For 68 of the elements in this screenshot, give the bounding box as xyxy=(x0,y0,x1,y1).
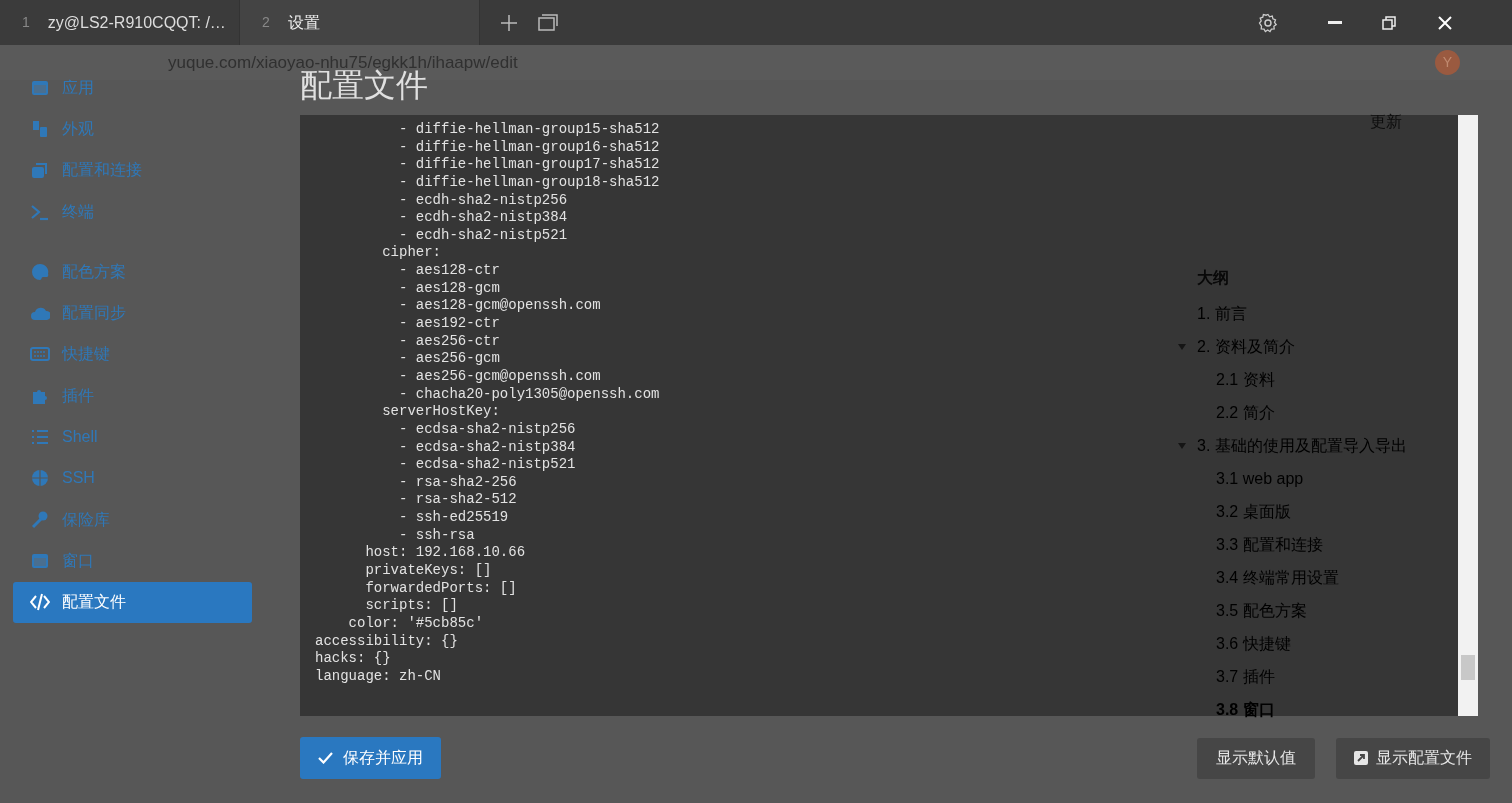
scrollbar[interactable] xyxy=(1458,115,1478,716)
code-line: - aes256-gcm xyxy=(398,350,500,368)
code-line: - aes192-ctr xyxy=(398,315,500,333)
code-line: language: zh-CN xyxy=(315,667,442,686)
code-line: - rsa-sha2-256 xyxy=(398,473,517,492)
code-line: scripts: [] xyxy=(364,597,458,615)
code-line: - ssh-rsa xyxy=(398,526,475,545)
code-line: accessibility: {} xyxy=(315,632,458,651)
list-icon xyxy=(30,427,50,447)
code-line: - ecdsa-sha2-nistp521 xyxy=(398,456,576,474)
save-button[interactable]: 保存并应用 xyxy=(300,737,441,779)
tab-number: 1 xyxy=(22,13,30,32)
code-line: - ecdh-sha2-nistp256 xyxy=(398,191,568,210)
code-line: host: 192.168.10.66 xyxy=(364,544,526,562)
external-link-icon xyxy=(1354,751,1368,765)
sidebar-item[interactable]: 配置文件 xyxy=(13,581,252,623)
code-line: - aes256-gcm@openssh.com xyxy=(398,367,601,386)
code-line: - aes128-gcm@openssh.com xyxy=(398,297,601,316)
code-line: - ecdh-sha2-nistp521 xyxy=(398,226,568,245)
plus-icon[interactable] xyxy=(500,13,518,32)
sidebar-item[interactable]: 窗口 xyxy=(13,540,252,582)
code-line: hacks: {} xyxy=(315,650,391,668)
code-line: - aes256-ctr xyxy=(398,332,500,351)
windows-icon[interactable] xyxy=(538,13,558,32)
code-line: - aes128-gcm xyxy=(398,279,500,298)
check-icon xyxy=(318,752,333,764)
settings-icon[interactable] xyxy=(1258,12,1278,33)
globe-icon xyxy=(30,468,50,489)
sidebar-item[interactable]: 插件 xyxy=(13,375,252,417)
code-line: - ecdh-sha2-nistp384 xyxy=(398,209,568,227)
sidebar-item[interactable]: 配置同步 xyxy=(13,292,252,334)
restore-icon[interactable] xyxy=(1382,15,1396,30)
minimize-icon[interactable] xyxy=(1328,20,1342,25)
code-line: - chacha20-poly1305@openssh.com xyxy=(398,385,660,404)
code-line: - rsa-sha2-512 xyxy=(398,491,517,510)
code-line: - aes128-ctr xyxy=(398,262,500,280)
code-icon xyxy=(30,592,50,613)
sidebar-item[interactable]: Shell xyxy=(13,416,252,458)
code-line: - ecdsa-sha2-nistp256 xyxy=(398,420,576,439)
page-title: 配置文件 xyxy=(300,67,428,103)
sidebar-item[interactable]: 应用 xyxy=(13,67,252,109)
sidebar-item[interactable]: 终端 xyxy=(13,190,252,233)
tab[interactable]: 2 设置 xyxy=(240,0,480,45)
code-line: privateKeys: [] xyxy=(364,562,492,580)
code-line: cipher: xyxy=(381,244,442,263)
code-line: serverHostKey: xyxy=(381,403,500,421)
sidebar-item[interactable]: 配色方案 xyxy=(13,251,252,293)
close-icon[interactable] xyxy=(1438,15,1452,30)
code-editor[interactable] xyxy=(300,115,1478,716)
code-line: - diffie-hellman-group16-sha512 xyxy=(398,138,660,157)
code-line: forwardedPorts: [] xyxy=(364,579,517,598)
code-line: - diffie-hellman-group17-sha512 xyxy=(398,156,660,174)
show-config-file-button[interactable]: 显示配置文件 xyxy=(1336,737,1490,779)
sidebar-item[interactable]: SSH xyxy=(13,457,252,499)
tab-number: 2 xyxy=(262,13,270,32)
key-icon xyxy=(30,509,50,530)
code-line: - ecdsa-sha2-nistp384 xyxy=(398,438,576,457)
palette-icon xyxy=(30,261,50,282)
stack-icon xyxy=(30,160,50,181)
sidebar-item[interactable]: 配置和连接 xyxy=(13,149,252,191)
code-line: - ssh-ed25519 xyxy=(398,509,509,527)
sidebar-item[interactable]: 快捷键 xyxy=(13,333,252,376)
code-line: - diffie-hellman-group15-sha512 xyxy=(398,121,660,139)
show-defaults-button[interactable]: 显示默认值 xyxy=(1197,737,1315,779)
sidebar-item[interactable]: 外观 xyxy=(13,108,252,150)
code-line: - diffie-hellman-group18-sha512 xyxy=(398,173,660,192)
code-line: color: '#5cb85c' xyxy=(347,614,484,633)
sidebar-item[interactable]: 保险库 xyxy=(13,498,252,541)
